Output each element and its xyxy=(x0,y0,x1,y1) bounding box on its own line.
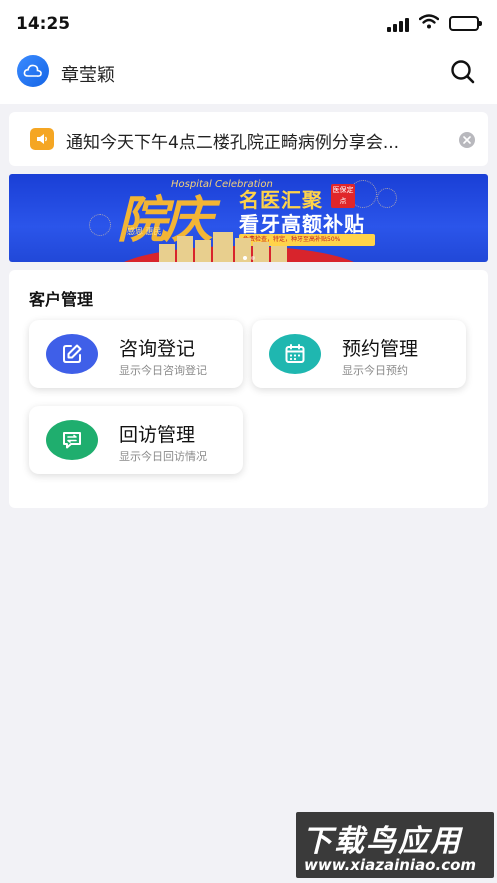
status-time: 14:25 xyxy=(16,14,71,34)
status-bar: 14:25 xyxy=(0,0,497,48)
notice-text[interactable]: 通知今天下午4点二楼孔院正畸病例分享会... xyxy=(66,128,451,153)
notice-bar[interactable]: 通知今天下午4点二楼孔院正畸病例分享会... xyxy=(9,112,488,166)
calendar-icon xyxy=(269,334,321,374)
building-decoration xyxy=(271,246,287,262)
banner-subtitle: 感恩 惠民 xyxy=(127,227,162,236)
building-decoration xyxy=(213,232,233,262)
card-desc: 显示今日咨询登记 xyxy=(119,364,207,377)
battery-icon xyxy=(449,16,482,31)
followup-card[interactable]: 回访管理 显示今日回访情况 xyxy=(29,406,243,474)
cloud-logo-icon[interactable] xyxy=(17,55,49,87)
banner-line2: 看牙高额补贴 xyxy=(239,212,365,236)
chat-exchange-icon xyxy=(46,420,98,460)
watermark: 下载鸟应用 www.xiazainiao.com xyxy=(296,812,494,878)
speaker-icon xyxy=(30,128,54,150)
building-decoration xyxy=(177,236,193,262)
card-desc: 显示今日回访情况 xyxy=(119,450,207,463)
appointment-card[interactable]: 预约管理 显示今日预约 xyxy=(252,320,466,388)
app-header: 章莹颖 xyxy=(0,52,497,96)
edit-icon xyxy=(46,334,98,374)
card-title: 咨询登记 xyxy=(119,338,196,360)
close-icon[interactable] xyxy=(459,132,475,148)
card-title: 回访管理 xyxy=(119,424,196,446)
building-decoration xyxy=(159,244,175,262)
banner-badge: 医保定点 xyxy=(331,184,355,208)
watermark-url: www.xiazainiao.com xyxy=(304,856,477,874)
building-decoration xyxy=(195,240,211,262)
customer-management-panel: 客户管理 咨询登记 显示今日咨询登记 预约管理 显示今日预约 回访管理 显示今日… xyxy=(9,270,488,508)
promo-banner[interactable]: 院庆 Hospital Celebration 感恩 惠民 名医汇聚 医保定点 … xyxy=(9,174,488,262)
search-icon[interactable] xyxy=(449,58,477,86)
firework-decoration xyxy=(89,214,111,236)
wifi-icon xyxy=(418,14,440,33)
username[interactable]: 章莹颖 xyxy=(61,61,115,87)
section-title: 客户管理 xyxy=(29,290,94,309)
building-decoration xyxy=(253,242,269,262)
card-title: 预约管理 xyxy=(342,338,419,360)
signal-icon xyxy=(387,16,409,32)
status-icons xyxy=(387,14,482,33)
watermark-cn: 下载鸟应用 xyxy=(302,824,462,859)
consultation-card[interactable]: 咨询登记 显示今日咨询登记 xyxy=(29,320,243,388)
card-desc: 显示今日预约 xyxy=(342,364,408,377)
banner-page-indicator[interactable] xyxy=(243,256,255,260)
firework-decoration xyxy=(377,188,397,208)
